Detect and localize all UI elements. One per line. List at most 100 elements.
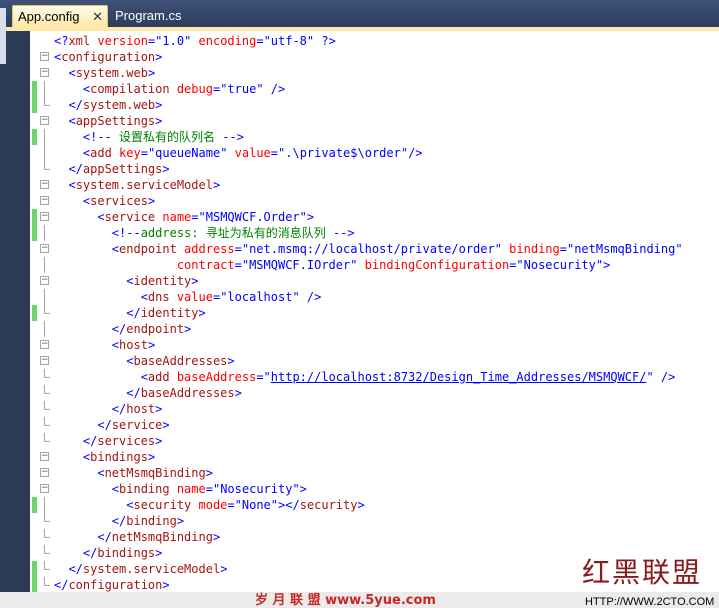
code-line[interactable]: contract="MSMQWCF.IOrder" bindingConfigu… <box>30 257 719 273</box>
code-token: </ <box>54 514 127 528</box>
code-line[interactable]: </binding> <box>30 513 719 529</box>
code-token: " <box>646 370 654 384</box>
code-token: endpoint <box>126 322 185 336</box>
code-token: < <box>54 242 120 256</box>
code-token: value <box>227 146 271 160</box>
change-marker <box>32 305 37 321</box>
toolbox-side-panel[interactable] <box>0 8 6 64</box>
collapse-icon[interactable]: − <box>40 276 49 285</box>
change-marker <box>32 497 37 513</box>
code-line[interactable]: <!-- 设置私有的队列名 --> <box>30 129 719 145</box>
code-token: binding <box>119 482 170 496</box>
code-token: > <box>155 98 163 112</box>
code-token: configuration <box>61 50 156 64</box>
fold-end-marker <box>44 561 50 570</box>
code-line[interactable]: − <services> <box>30 193 719 209</box>
code-token: = <box>140 146 148 160</box>
collapse-icon[interactable]: − <box>40 340 49 349</box>
code-line[interactable]: <security mode="None"></security> <box>30 497 719 513</box>
code-line[interactable]: <add key="queueName" value=".\private$\o… <box>30 145 719 161</box>
code-line[interactable]: − <system.web> <box>30 65 719 81</box>
code-editor[interactable]: <?xml version="1.0" encoding="utf-8" ?> −… <box>30 31 719 608</box>
code-line[interactable]: <?xml version="1.0" encoding="utf-8" ?> <box>30 33 719 49</box>
code-token: </ <box>54 546 98 560</box>
code-token: </ <box>54 530 112 544</box>
code-text: </configuration> <box>54 577 170 593</box>
code-text: <identity> <box>54 273 198 289</box>
code-text: </system.serviceModel> <box>54 561 227 577</box>
code-line[interactable]: − <netMsmqBinding> <box>30 465 719 481</box>
collapse-icon[interactable]: − <box>40 244 49 253</box>
code-token: = <box>270 146 279 160</box>
code-line[interactable]: </service> <box>30 417 719 433</box>
code-line[interactable]: </host> <box>30 401 719 417</box>
code-line[interactable]: − <appSettings> <box>30 113 719 129</box>
code-line[interactable]: − <configuration> <box>30 49 719 65</box>
code-token: "1.0" <box>155 34 192 48</box>
code-line[interactable]: </system.web> <box>30 97 719 113</box>
code-line[interactable]: </appSettings> <box>30 161 719 177</box>
collapse-icon[interactable]: − <box>40 196 49 205</box>
change-marker <box>32 97 37 113</box>
code-token: <!-- <box>54 130 112 144</box>
code-line[interactable]: </endpoint> <box>30 321 719 337</box>
change-marker <box>32 129 37 145</box>
code-line[interactable]: <add baseAddress="http://localhost:8732/… <box>30 369 719 385</box>
collapse-icon[interactable]: − <box>40 452 49 461</box>
code-token: "Nosecurity" <box>516 258 604 272</box>
close-icon[interactable]: ✕ <box>92 6 103 28</box>
code-token: < <box>54 354 134 368</box>
code-line[interactable]: − <service name="MSMQWCF.Order"> <box>30 209 719 225</box>
code-token: host <box>126 402 156 416</box>
code-line[interactable]: − <binding name="Nosecurity"> <box>30 481 719 497</box>
code-token: " <box>263 370 271 384</box>
code-token: "true" <box>220 82 264 96</box>
code-token: bindingConfiguration <box>357 258 510 272</box>
code-token: address <box>176 242 235 256</box>
collapse-icon[interactable]: − <box>40 468 49 477</box>
collapse-icon[interactable]: − <box>40 68 49 77</box>
code-line[interactable]: </services> <box>30 433 719 449</box>
tab-program-cs[interactable]: Program.cs <box>110 5 190 27</box>
code-line[interactable]: <!--address: 寻址为私有的消息队列 --> <box>30 225 719 241</box>
code-text: </identity> <box>54 305 206 321</box>
code-line[interactable]: <dns value="localhost" /> <box>30 289 719 305</box>
collapse-icon[interactable]: − <box>40 484 49 493</box>
code-token: > <box>155 114 163 128</box>
code-token: < <box>54 370 148 384</box>
code-line[interactable]: <compilation debug="true" /> <box>30 81 719 97</box>
code-line[interactable]: − <endpoint address="net.msmq://localhos… <box>30 241 719 257</box>
fold-guide <box>44 321 45 337</box>
code-text: </bindings> <box>54 545 163 561</box>
code-token: < <box>54 498 134 512</box>
code-token: < <box>54 178 76 192</box>
collapse-icon[interactable]: − <box>40 52 49 61</box>
code-token: < <box>54 114 76 128</box>
code-line[interactable]: </identity> <box>30 305 719 321</box>
code-line[interactable]: − <system.serviceModel> <box>30 177 719 193</box>
code-token: > <box>155 50 163 64</box>
code-token: system.serviceModel <box>82 562 221 576</box>
collapse-icon[interactable]: − <box>40 212 49 221</box>
code-token: > <box>220 562 228 576</box>
code-line[interactable]: − <baseAddresses> <box>30 353 719 369</box>
code-line[interactable]: − <bindings> <box>30 449 719 465</box>
tab-app-config[interactable]: App.config ✕ <box>12 5 108 27</box>
code-text: <services> <box>54 193 155 209</box>
code-line[interactable]: </baseAddresses> <box>30 385 719 401</box>
code-token: > <box>603 258 611 272</box>
code-token: add <box>90 146 112 160</box>
collapse-icon[interactable]: − <box>40 356 49 365</box>
watermark-url: HTTP://WWW.2CTO.COM <box>585 596 715 608</box>
collapse-icon[interactable]: − <box>40 116 49 125</box>
code-token: </ <box>54 322 127 336</box>
collapse-icon[interactable]: − <box>40 180 49 189</box>
code-token: contract <box>54 258 235 272</box>
code-text: <system.serviceModel> <box>54 177 220 193</box>
fold-guide <box>44 289 45 305</box>
code-token: identity <box>140 306 199 320</box>
code-line[interactable]: − <host> <box>30 337 719 353</box>
code-line[interactable]: − <identity> <box>30 273 719 289</box>
code-line[interactable]: </netMsmqBinding> <box>30 529 719 545</box>
code-token: < <box>54 146 91 160</box>
